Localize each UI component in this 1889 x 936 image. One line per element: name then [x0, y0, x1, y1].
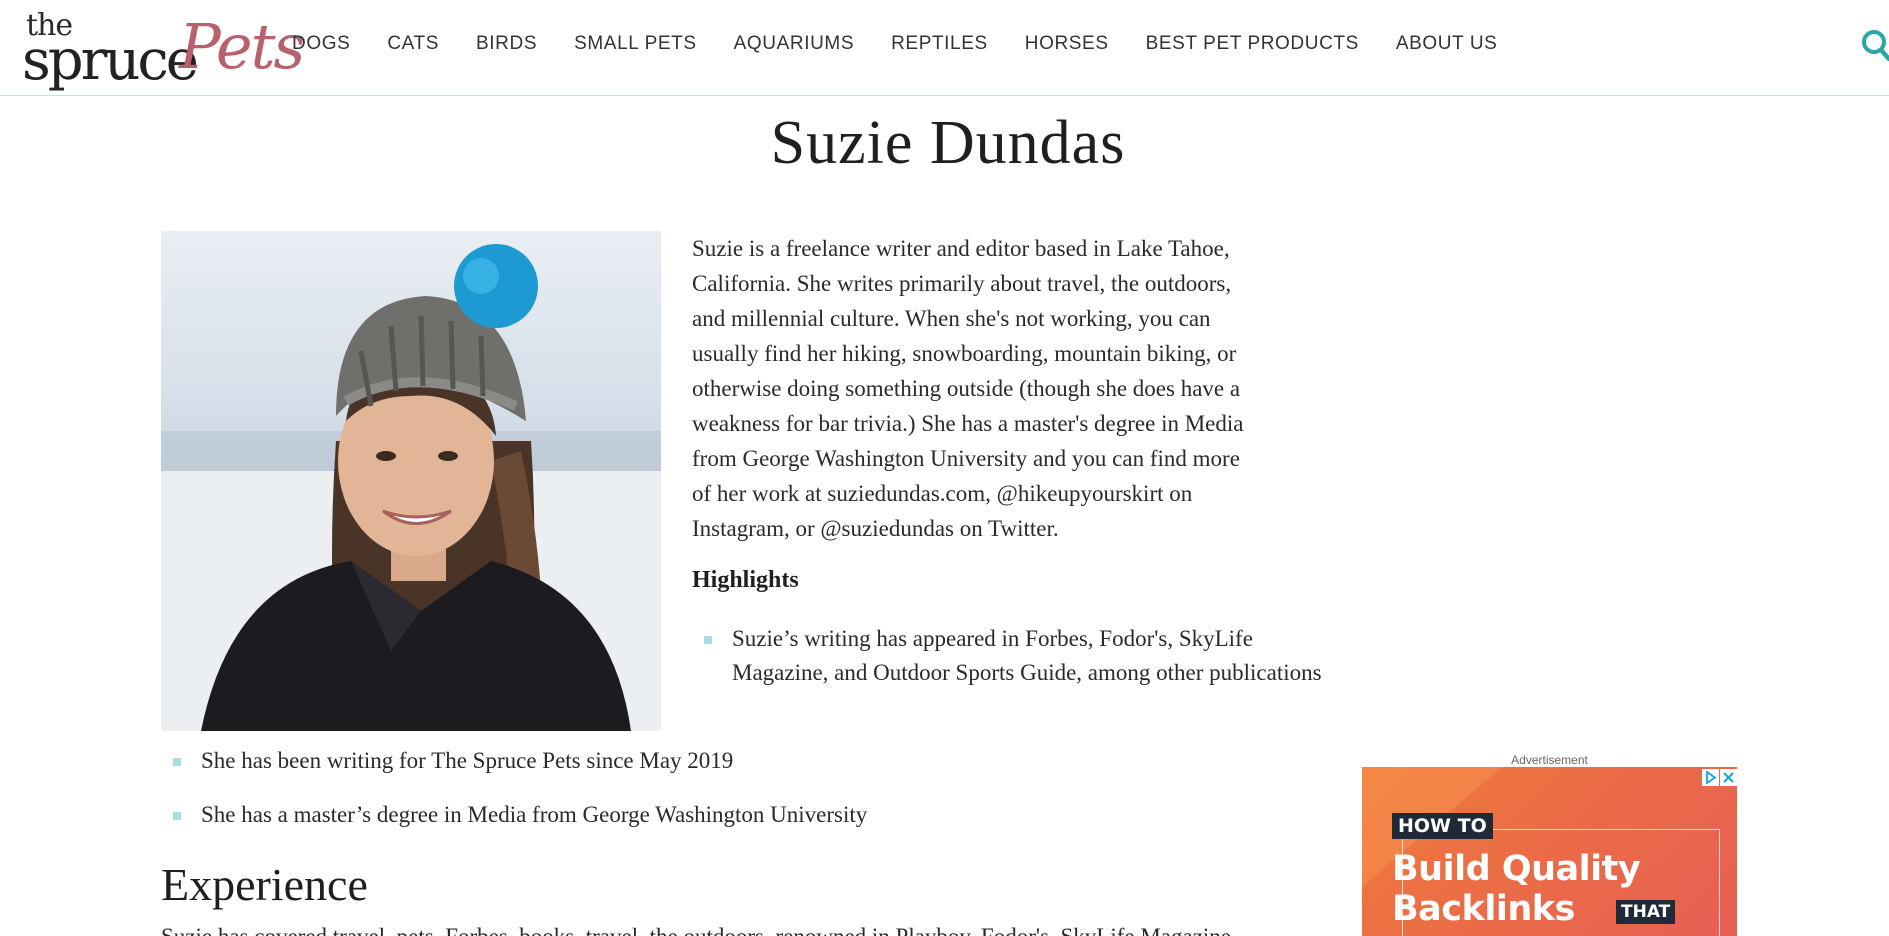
bio-line: and millennial culture. When she's not w…: [692, 306, 1211, 331]
search-icon[interactable]: [1858, 26, 1889, 62]
bio-line: California. She writes primarily about t…: [692, 271, 1232, 296]
advertisement-banner[interactable]: HOW TO Build Quality Backlinks THAT: [1362, 767, 1737, 936]
highlight-text: She has been writing for The Spruce Pets…: [201, 748, 734, 773]
nav-cats[interactable]: CATS: [387, 33, 439, 55]
nav-about-us[interactable]: ABOUT US: [1396, 33, 1498, 55]
bio-line: Suzie is a freelance writer and editor b…: [692, 236, 1230, 261]
site-header: the spruce Pets DOGS CATS BIRDS SMALL PE…: [0, 0, 1889, 96]
list-item: She has a master’s degree in Media from …: [173, 798, 1301, 832]
bullet-icon: [173, 812, 181, 820]
close-icon[interactable]: [1720, 769, 1737, 786]
nav-dogs[interactable]: DOGS: [292, 33, 350, 55]
nav-reptiles[interactable]: REPTILES: [891, 33, 988, 55]
bio-line: weakness for bar trivia.) She has a mast…: [692, 411, 1244, 436]
ad-headline-2: Backlinks: [1392, 889, 1575, 929]
highlight-text: Suzie’s writing has appeared in Forbes, …: [732, 626, 1322, 685]
nav-best-pet-products[interactable]: BEST PET PRODUCTS: [1146, 33, 1359, 55]
nav-horses[interactable]: HORSES: [1025, 33, 1109, 55]
site-logo[interactable]: the spruce Pets: [22, 6, 305, 93]
bio-line: usually find her hiking, snowboarding, m…: [692, 341, 1237, 366]
bio-line: of her work at suziedundas.com, @hikeupy…: [692, 481, 1193, 506]
experience-text: Suzie has covered travel, pets, Forbes, …: [161, 924, 1311, 936]
highlights-heading: Highlights: [692, 567, 799, 593]
main-nav: DOGS CATS BIRDS SMALL PETS AQUARIUMS REP…: [292, 33, 1534, 55]
highlights-list-continued: She has been writing for The Spruce Pets…: [173, 744, 1301, 852]
adchoices-icon[interactable]: [1702, 769, 1719, 786]
nav-small-pets[interactable]: SMALL PETS: [574, 33, 697, 55]
logo-spruce: spruce: [22, 28, 199, 93]
bullet-icon: [173, 758, 181, 766]
ad-badge: HOW TO: [1392, 813, 1493, 839]
nav-birds[interactable]: BIRDS: [476, 33, 537, 55]
list-item: She has been writing for The Spruce Pets…: [173, 744, 1301, 778]
highlights-list: Suzie’s writing has appeared in Forbes, …: [704, 622, 1352, 690]
advertisement-label: Advertisement: [1511, 753, 1588, 767]
logo-pets: Pets: [179, 10, 305, 83]
page-title: Suzie Dundas: [770, 109, 1126, 177]
bio-line: from George Washington University and yo…: [692, 446, 1240, 471]
author-photo: [161, 231, 661, 731]
bullet-icon: [704, 636, 712, 644]
list-item: Suzie’s writing has appeared in Forbes, …: [704, 622, 1352, 690]
ad-tag: THAT: [1616, 900, 1676, 924]
bio-line: otherwise doing something outside (thoug…: [692, 376, 1241, 401]
experience-heading: Experience: [161, 859, 368, 910]
highlight-text: She has a master’s degree in Media from …: [201, 802, 868, 827]
bio-line: Instagram, or @suziedundas on Twitter.: [692, 516, 1059, 541]
nav-aquariums[interactable]: AQUARIUMS: [734, 33, 854, 55]
ad-headline-1: Build Quality: [1392, 849, 1641, 889]
author-bio: Suzie is a freelance writer and editor b…: [692, 231, 1342, 546]
